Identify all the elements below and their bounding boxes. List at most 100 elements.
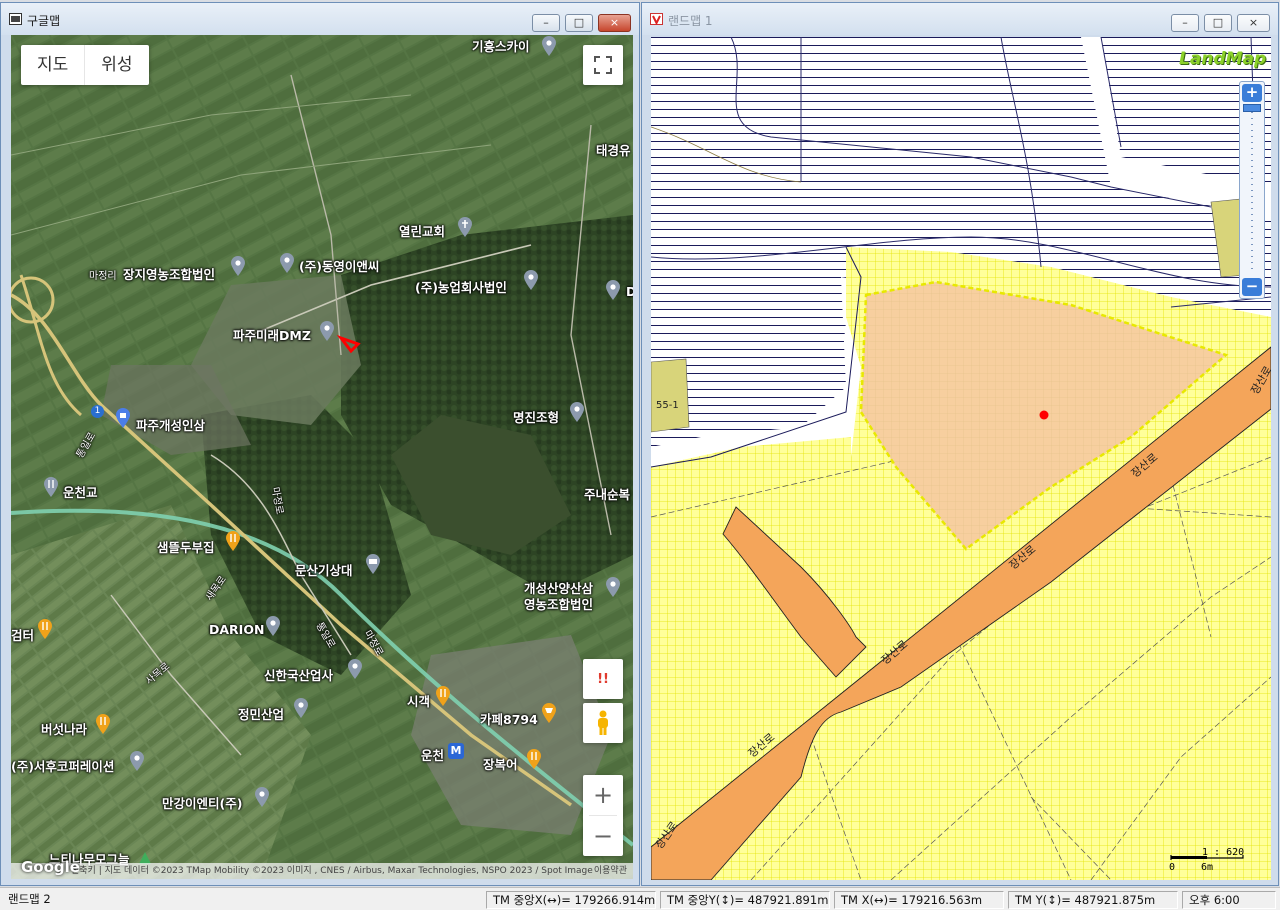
warning-icon: !!: [597, 671, 609, 687]
street-view-pegman-button[interactable]: [583, 703, 623, 743]
pegman-icon: [598, 710, 608, 735]
metro-station-icon[interactable]: M: [448, 743, 464, 759]
poi-label[interactable]: DARION: [209, 622, 264, 637]
place-label: 마정리: [89, 271, 117, 282]
map-attribution: 단축키 | 지도 데이터 ©2023 TMap Mobility ©2023 이…: [11, 863, 633, 879]
scale-zero: 0: [1169, 862, 1176, 873]
landmark-pin-icon[interactable]: [365, 553, 381, 575]
terms-link[interactable]: 이용약관: [594, 863, 627, 879]
cafe-pin-icon[interactable]: [541, 702, 557, 724]
restaurant-pin-icon[interactable]: [37, 618, 53, 640]
poi-label[interactable]: 기흥스카이: [472, 36, 530, 55]
maximize-button[interactable]: □: [565, 14, 593, 32]
shop-pin-icon[interactable]: [115, 407, 131, 429]
map-type-map-button[interactable]: 지도: [21, 45, 84, 85]
restaurant-pin-icon[interactable]: [43, 476, 59, 498]
map-pin-icon[interactable]: [523, 269, 539, 291]
restaurant-pin-icon[interactable]: [435, 685, 451, 707]
route-shield: 1: [91, 405, 104, 418]
map-type-satellite-button[interactable]: 위성: [84, 45, 148, 85]
landmap-titlebar[interactable]: 랜드맵 1 – □ ×: [642, 3, 1278, 35]
minimize-button[interactable]: –: [1171, 14, 1199, 32]
poi-label[interactable]: (주)농업회사법인: [415, 277, 507, 296]
status-tm-y: TM Y(↕)= 487921.875m: [1008, 891, 1178, 909]
poi-label[interactable]: 버섯나라: [41, 719, 87, 738]
poi-label[interactable]: 운천: [421, 745, 444, 764]
zoom-in-button[interactable]: +: [1242, 84, 1262, 102]
poi-label: D: [626, 284, 633, 299]
maximize-button[interactable]: □: [1204, 14, 1232, 32]
landmap-logo: LandMap: [1179, 49, 1267, 69]
restaurant-pin-icon[interactable]: [225, 530, 241, 552]
scale-ratio: 1 : 620: [1202, 847, 1245, 858]
fullscreen-icon: [594, 56, 612, 74]
poi-label[interactable]: (주)서후코퍼레이션: [11, 756, 114, 775]
restaurant-pin-icon[interactable]: [95, 713, 111, 735]
poi-label[interactable]: 열린교회: [399, 221, 445, 240]
poi-label[interactable]: (주)동영이앤씨: [299, 256, 379, 275]
poi-label[interactable]: 운천교: [63, 482, 98, 501]
close-button[interactable]: ×: [1237, 14, 1270, 32]
map-pin-icon[interactable]: [347, 658, 363, 680]
map-pin-icon[interactable]: [569, 401, 585, 423]
close-button[interactable]: ×: [598, 14, 631, 32]
zoom-out-button[interactable]: −: [583, 816, 623, 856]
google-logo: Google: [21, 858, 80, 876]
window-title: 랜드맵 1: [668, 14, 713, 28]
poi-label[interactable]: 문산기상대: [295, 560, 353, 579]
scale-length: 6m: [1201, 862, 1214, 873]
minimize-button[interactable]: –: [532, 14, 560, 32]
fullscreen-button[interactable]: [583, 45, 623, 85]
map-pin-icon[interactable]: [129, 750, 145, 772]
status-tm-center-x: TM 중앙X(↔)= 179266.914m: [486, 891, 656, 909]
poi-label[interactable]: 샘뜰두부집: [157, 537, 215, 556]
poi-label[interactable]: 장복어: [483, 754, 518, 773]
poi-label[interactable]: 장지영농조합법인: [123, 264, 215, 283]
zoom-track[interactable]: [1251, 106, 1253, 274]
poi-label[interactable]: 시객: [407, 691, 430, 710]
poi-label[interactable]: 정민산업: [238, 704, 284, 723]
google-map-titlebar[interactable]: 구글맵 – □ ×: [1, 3, 639, 35]
zoom-slider[interactable]: + −: [1239, 81, 1265, 299]
map-pin-icon[interactable]: [293, 697, 309, 719]
zoom-in-button[interactable]: +: [583, 775, 623, 815]
window-icon: [9, 13, 22, 25]
map-pin-icon[interactable]: [254, 786, 270, 808]
poi-label[interactable]: 신한국산업사: [264, 665, 333, 684]
zoom-control: + −: [583, 775, 623, 856]
status-tm-center-y: TM 중앙Y(↕)= 487921.891m: [660, 891, 830, 909]
map-type-control: 지도 위성: [21, 45, 149, 85]
attribution-text: 단축키 | 지도 데이터 ©2023 TMap Mobility ©2023 이…: [71, 866, 593, 876]
poi-label[interactable]: 파주미래DMZ: [233, 325, 311, 344]
poi-label: 주내순복: [584, 487, 631, 502]
status-clock: 오후 6:00: [1182, 891, 1276, 909]
poi-label[interactable]: 카페8794: [480, 709, 538, 728]
restaurant-pin-icon[interactable]: [526, 748, 542, 770]
map-pin-icon[interactable]: [605, 279, 621, 301]
map-pin-icon[interactable]: [265, 615, 281, 637]
poi-label: 태경유: [596, 143, 631, 158]
report-problem-button[interactable]: !!: [583, 659, 623, 699]
church-pin-icon[interactable]: [457, 216, 473, 238]
zoom-thumb[interactable]: [1243, 104, 1261, 112]
cadastral-map-canvas[interactable]: 장산로 장산로 장산로 장산로 장산로 장산로 55-1 LandMap + −…: [651, 37, 1271, 880]
app-logo-icon: [650, 13, 663, 25]
map-pin-icon[interactable]: [230, 255, 246, 277]
status-tm-x: TM X(↔)= 179216.563m: [834, 891, 1004, 909]
zoom-out-button[interactable]: −: [1242, 278, 1262, 296]
parcel-lot-label: 55-1: [656, 400, 679, 411]
map-pin-icon[interactable]: [279, 252, 295, 274]
google-map-canvas[interactable]: 지도 위성 기흥스카이 태경유 열린교회 마정리 장지영농조합법인 (주)동영이…: [11, 35, 633, 879]
status-app-name: 랜드맵 2: [8, 892, 51, 906]
landmap-window: 랜드맵 1 – □ × 장산로 장산로 장산로 장산로 장산로 장산로 55-1…: [641, 2, 1279, 886]
poi-label[interactable]: 명진조형: [513, 407, 559, 426]
google-map-window: 구글맵 – □ × 지도 위성 기흥스카이 태경유 열린교회 마정리 장지영농조…: [0, 2, 640, 886]
poi-label[interactable]: 영농조합법인: [524, 594, 593, 613]
map-pin-icon[interactable]: [541, 35, 557, 57]
poi-label[interactable]: 파주개성인삼: [136, 415, 205, 434]
poi-label[interactable]: 만강이엔티(주): [162, 793, 242, 812]
map-pin-icon[interactable]: [319, 320, 335, 342]
poi-label: 검터: [11, 628, 35, 643]
map-pin-icon[interactable]: [605, 576, 621, 598]
window-title: 구글맵: [27, 14, 61, 28]
